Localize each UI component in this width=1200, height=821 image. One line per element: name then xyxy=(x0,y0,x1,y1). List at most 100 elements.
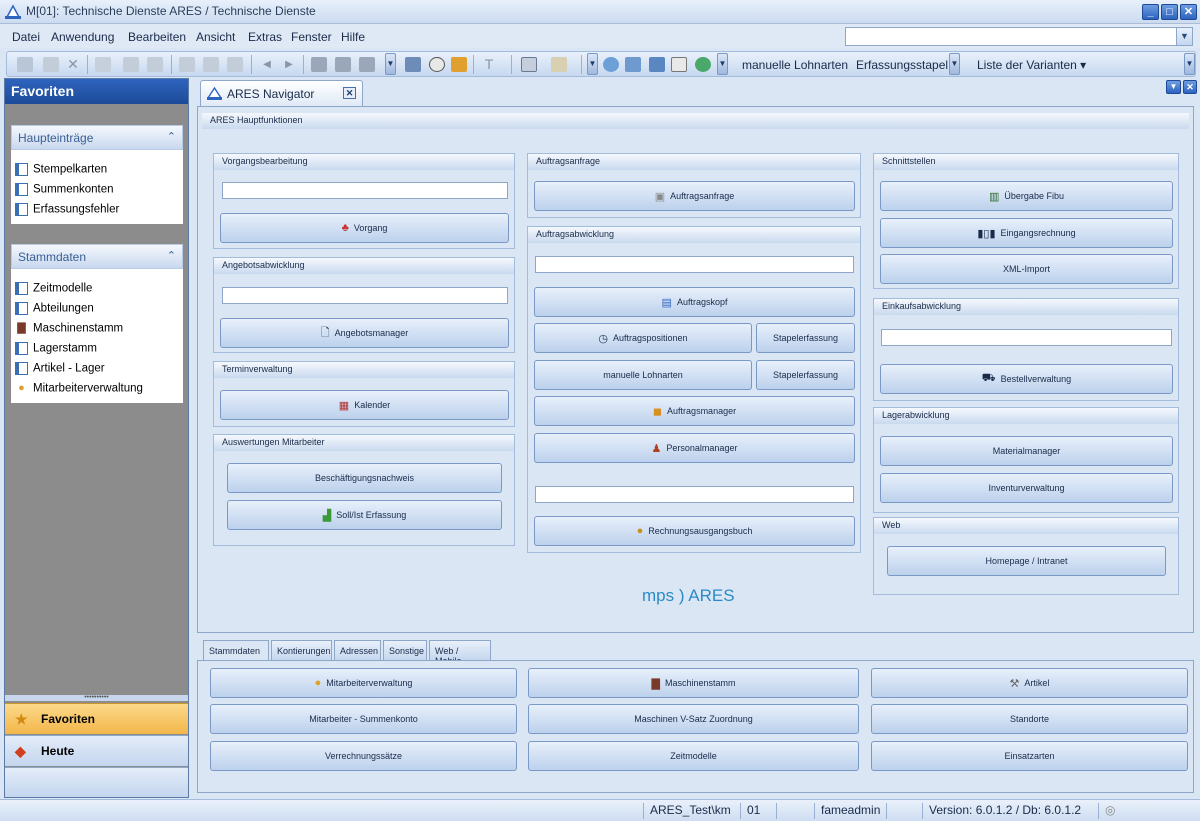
tab-stammdaten[interactable]: Stammdaten xyxy=(203,640,269,661)
auftragskopf-button[interactable]: ▤ Auftragskopf xyxy=(534,287,855,317)
bestellverwaltung-button[interactable]: ⛟ Bestellverwaltung xyxy=(880,364,1173,394)
v-satz-button[interactable]: Maschinen V-Satz Zuordnung xyxy=(528,704,859,734)
tab-web-mobile[interactable]: Web / Mobile xyxy=(429,640,491,666)
stapelerfassung-button-2[interactable]: Stapelerfassung xyxy=(756,360,855,390)
mitarbeiterverwaltung-button[interactable]: ● Mitarbeiterverwaltung xyxy=(210,668,517,698)
eingangsrechnung-button[interactable]: ▮▯▮ Eingangsrechnung xyxy=(880,218,1173,248)
close-button[interactable]: ✕ xyxy=(1180,4,1197,20)
chevron-down-icon[interactable]: ▼ xyxy=(385,53,396,75)
tab-ares-navigator[interactable]: ARES Navigator ✕ xyxy=(200,80,363,106)
menu-bearbeiten[interactable]: Bearbeiten xyxy=(128,30,186,44)
menu-fenster[interactable]: Fenster xyxy=(291,30,332,44)
chevron-up-icon[interactable]: ⌃ xyxy=(167,249,176,262)
sidebar-splitter[interactable]: •••••••••• xyxy=(5,694,188,701)
auftragspositionen-button[interactable]: ◷ Auftragspositionen xyxy=(534,323,752,353)
delete-icon[interactable]: ✕ xyxy=(65,57,81,72)
clipboard-icon[interactable] xyxy=(521,57,537,72)
auftragsmanager-button[interactable]: ◼ Auftragsmanager xyxy=(534,396,855,426)
materialmanager-button[interactable]: Materialmanager xyxy=(880,436,1173,466)
vorgang-input[interactable] xyxy=(222,182,508,199)
print-icon[interactable] xyxy=(311,57,327,72)
filter-icon[interactable] xyxy=(203,57,219,72)
menu-anwendung[interactable]: Anwendung xyxy=(51,30,114,44)
window-icon[interactable] xyxy=(625,57,641,72)
vorgang-button[interactable]: ♣ Vorgang xyxy=(220,213,509,243)
search-combo[interactable]: ▼ xyxy=(845,27,1193,46)
next-icon[interactable]: ▶ xyxy=(281,57,297,72)
zeitmodelle-button[interactable]: Zeitmodelle xyxy=(528,741,859,771)
menu-ansicht[interactable]: Ansicht xyxy=(196,30,235,44)
chevron-down-icon[interactable]: ▼ xyxy=(1166,80,1181,94)
sidebar-item-stempelkarten[interactable]: Stempelkarten xyxy=(15,163,107,183)
print-preview-icon[interactable] xyxy=(335,57,351,72)
mail-icon[interactable] xyxy=(671,57,687,72)
chevron-down-icon[interactable]: ▼ xyxy=(717,53,728,75)
prev-icon[interactable]: ◀ xyxy=(259,57,275,72)
einsatzarten-button[interactable]: Einsatzarten xyxy=(871,741,1188,771)
tab-sonstige[interactable]: Sonstige xyxy=(383,640,427,660)
nav-favoriten[interactable]: ★ Favoriten xyxy=(5,703,188,734)
erfassungsstapel-tool[interactable]: Erfassungsstapel xyxy=(856,58,948,72)
chevron-down-icon[interactable]: ▼ xyxy=(1184,53,1195,75)
rechnung-input[interactable] xyxy=(535,486,854,503)
globe-icon[interactable] xyxy=(603,57,619,72)
menu-extras[interactable]: Extras xyxy=(248,30,282,44)
standorte-button[interactable]: Standorte xyxy=(871,704,1188,734)
sidebar-item-lagerstamm[interactable]: Lagerstamm xyxy=(15,342,97,362)
xml-import-button[interactable]: XML-Import xyxy=(880,254,1173,284)
package-icon[interactable] xyxy=(451,57,467,72)
homepage-button[interactable]: Homepage / Intranet xyxy=(887,546,1166,576)
tab-adressen[interactable]: Adressen xyxy=(334,640,381,660)
tab-kontierungen[interactable]: Kontierungen xyxy=(271,640,332,660)
status-icon[interactable] xyxy=(695,57,711,72)
minimize-button[interactable]: _ xyxy=(1142,4,1159,20)
sidebar-item-maschinenstamm[interactable]: ▇ Maschinenstamm xyxy=(15,322,123,342)
printer-icon[interactable] xyxy=(359,57,375,72)
chevron-up-icon[interactable]: ⌃ xyxy=(167,130,176,143)
filter-remove-icon[interactable] xyxy=(227,57,243,72)
kalender-button[interactable]: ▦ Kalender xyxy=(220,390,509,420)
sidebar-item-erfassungsfehler[interactable]: Erfassungsfehler xyxy=(15,203,119,223)
uncheck-icon[interactable] xyxy=(147,57,163,72)
calendar-icon[interactable] xyxy=(405,57,421,72)
chevron-down-icon[interactable]: ▼ xyxy=(1176,28,1192,45)
check-icon[interactable] xyxy=(123,57,139,72)
nav-heute[interactable]: ◆ Heute xyxy=(5,735,188,766)
varianten-dropdown[interactable]: Liste der Varianten ▾ xyxy=(977,58,1086,72)
group-stammdaten[interactable]: Stammdaten ⌃ xyxy=(11,244,183,269)
fibu-button[interactable]: ▥ Übergabe Fibu xyxy=(880,181,1173,211)
rechnungsausgangsbuch-button[interactable]: ● Rechnungsausgangsbuch xyxy=(534,516,855,546)
sidebar-item-zeitmodelle[interactable]: Zeitmodelle xyxy=(15,282,92,302)
verrechnungssaetze-button[interactable]: Verrechnungssätze xyxy=(210,741,517,771)
eraser-icon[interactable] xyxy=(551,57,567,72)
sidebar-item-mitarbeiterverwaltung[interactable]: ● Mitarbeiterverwaltung xyxy=(15,382,143,402)
angebotsmanager-button[interactable]: 🗋 Angebotsmanager xyxy=(220,318,509,348)
artikel-button[interactable]: ⚒ Artikel xyxy=(871,668,1188,698)
document-icon[interactable] xyxy=(95,57,111,72)
angebot-input[interactable] xyxy=(222,287,508,304)
group-haupteintraege[interactable]: Haupteinträge ⌃ xyxy=(11,125,183,150)
sidebar-item-artikel-lager[interactable]: Artikel - Lager xyxy=(15,362,105,382)
close-icon[interactable]: ✕ xyxy=(343,87,356,99)
table-icon[interactable] xyxy=(649,57,665,72)
sidebar-item-abteilungen[interactable]: Abteilungen xyxy=(15,302,94,322)
list-icon[interactable] xyxy=(179,57,195,72)
maximize-button[interactable]: □ xyxy=(1161,4,1178,20)
stapelerfassung-button-1[interactable]: Stapelerfassung xyxy=(756,323,855,353)
close-icon[interactable]: ✕ xyxy=(1183,80,1197,94)
chevron-down-icon[interactable]: ▼ xyxy=(949,53,960,75)
menu-datei[interactable]: Datei xyxy=(12,30,40,44)
lohnarten-button[interactable]: manuelle Lohnarten xyxy=(534,360,752,390)
personalmanager-button[interactable]: ♟ Personalmanager xyxy=(534,433,855,463)
summenkonto-button[interactable]: Mitarbeiter - Summenkonto xyxy=(210,704,517,734)
soll-ist-button[interactable]: ▟ Soll/Ist Erfassung xyxy=(227,500,502,530)
clock-icon[interactable] xyxy=(429,57,445,72)
inventurverwaltung-button[interactable]: Inventurverwaltung xyxy=(880,473,1173,503)
einkauf-input[interactable] xyxy=(881,329,1172,346)
lohnarten-tool[interactable]: manuelle Lohnarten xyxy=(742,58,848,72)
text-icon[interactable]: T xyxy=(481,57,497,72)
undo-icon[interactable] xyxy=(17,57,33,72)
sidebar-item-summenkonten[interactable]: Summenkonten xyxy=(15,183,114,203)
maschinenstamm-button[interactable]: ▇ Maschinenstamm xyxy=(528,668,859,698)
auftragsanfrage-button[interactable]: ▣ Auftragsanfrage xyxy=(534,181,855,211)
